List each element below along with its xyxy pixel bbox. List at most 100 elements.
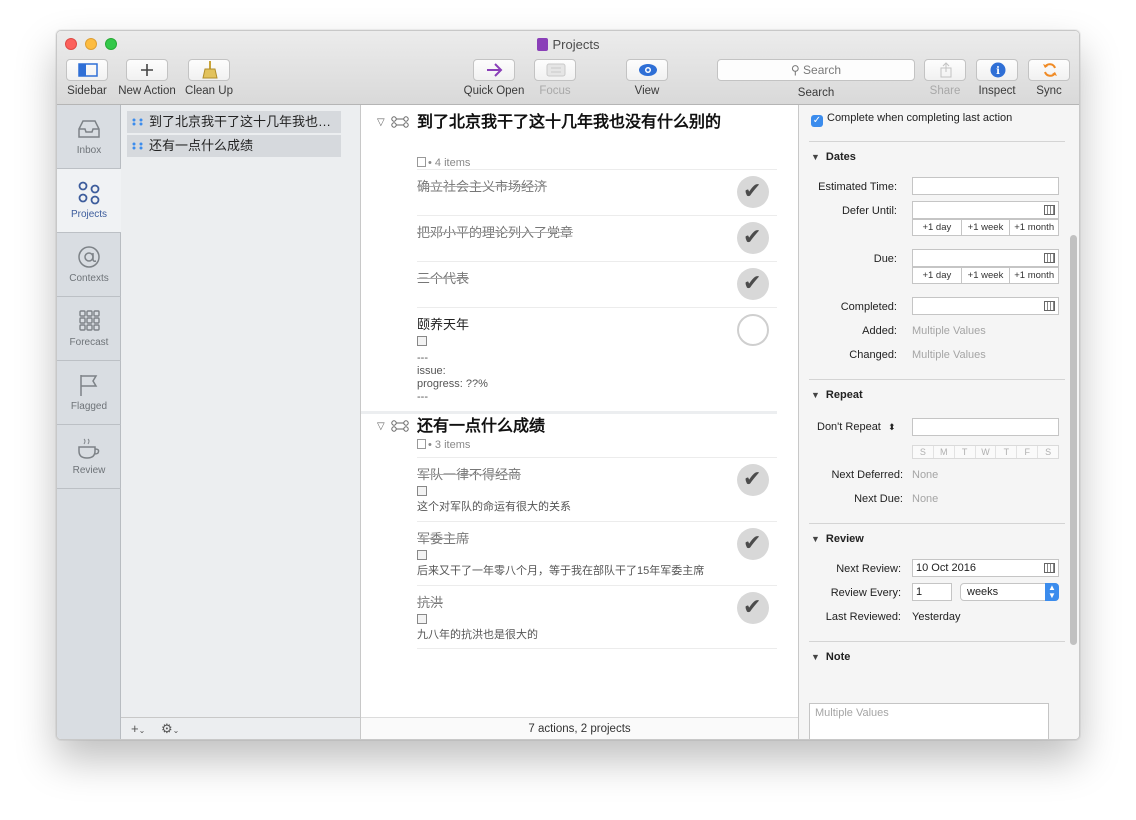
inbox-icon xyxy=(78,120,100,138)
perspective-projects[interactable]: Projects xyxy=(57,169,121,233)
gear-menu-button[interactable]: ⚙⌄ xyxy=(161,721,179,737)
sidebar-icon xyxy=(78,63,98,77)
sync-icon xyxy=(1043,63,1057,77)
weekday-toggle[interactable]: W xyxy=(976,446,997,458)
completed-checkmark-icon[interactable] xyxy=(737,222,769,254)
perspective-flagged[interactable]: Flagged xyxy=(57,361,121,425)
weekday-toggle[interactable]: S xyxy=(913,446,934,458)
defer-plus-day-button[interactable]: +1 day xyxy=(913,220,962,235)
perspective-contexts[interactable]: Contexts xyxy=(57,233,121,297)
action-title[interactable]: 确立社会主义市场经济 xyxy=(417,176,547,195)
defer-plus-week-button[interactable]: +1 week xyxy=(962,220,1011,235)
review-every-count-field[interactable]: 1 xyxy=(912,583,952,601)
action-note[interactable]: 九八年的抗洪也是很大的 xyxy=(417,629,538,642)
view-button[interactable]: View xyxy=(625,59,669,97)
perspective-forecast[interactable]: Forecast xyxy=(57,297,121,361)
action-note[interactable]: --- issue: progress: ??% --- xyxy=(417,352,488,404)
sync-button[interactable]: Sync xyxy=(1027,59,1071,97)
action-title[interactable]: 军委主席 xyxy=(417,528,469,547)
quick-open-button[interactable]: Quick Open xyxy=(459,59,529,97)
repeat-section-header[interactable]: ▼ Repeat xyxy=(811,389,863,401)
calendar-icon[interactable] xyxy=(1044,253,1055,263)
due-field[interactable] xyxy=(912,249,1059,267)
complete-with-last-action-checkbox[interactable]: ✓ Complete when completing last action xyxy=(811,112,1012,127)
search-input[interactable]: ⚲ Search xyxy=(717,59,915,81)
completed-checkmark-icon[interactable] xyxy=(737,592,769,624)
weekday-toggle[interactable]: T xyxy=(996,446,1018,458)
focus-button[interactable]: Focus xyxy=(533,59,577,97)
action-title[interactable]: 三个代表 xyxy=(417,268,469,287)
search-label: Search xyxy=(797,87,835,99)
due-plus-month-button[interactable]: +1 month xyxy=(1010,268,1058,283)
defer-plus-month-button[interactable]: +1 month xyxy=(1010,220,1058,235)
calendar-icon[interactable] xyxy=(1044,301,1055,311)
clean-up-button[interactable]: Clean Up xyxy=(183,59,235,97)
project-group-header[interactable]: ▽ 到了北京我干了这十几年我也没有什么别的 • 4 items xyxy=(361,113,781,169)
completed-field[interactable] xyxy=(912,297,1059,315)
gear-icon: ⚙ xyxy=(161,721,173,736)
calendar-icon[interactable] xyxy=(1044,563,1055,573)
weekday-toggle[interactable]: S xyxy=(1038,446,1058,458)
inspector-scrollbar[interactable] xyxy=(1070,235,1077,645)
project-list-item[interactable]: 到了北京我干了这十几年我也… xyxy=(127,111,341,133)
repeat-mode-popup[interactable]: Don't Repeat ⬍ xyxy=(817,421,895,433)
review-every-unit-popup[interactable]: weeks ▲ ▼ xyxy=(960,583,1059,601)
add-menu-button[interactable]: +⌄ xyxy=(131,721,145,736)
up-down-chevron-icon: ⬍ xyxy=(887,422,896,432)
completed-checkmark-icon[interactable] xyxy=(737,528,769,560)
note-textarea[interactable]: Multiple Values xyxy=(809,703,1049,739)
share-button[interactable]: Share xyxy=(923,59,967,97)
new-action-button[interactable]: New Action xyxy=(117,59,177,97)
note-section-header[interactable]: ▼ Note xyxy=(811,651,850,663)
dates-section-header[interactable]: ▼ Dates xyxy=(811,151,856,163)
action-row[interactable]: 抗洪 九八年的抗洪也是很大的 xyxy=(417,585,777,649)
estimated-time-field[interactable] xyxy=(912,177,1059,195)
sidebar-button[interactable]: Sidebar xyxy=(65,59,109,97)
calendar-icon[interactable] xyxy=(1044,205,1055,215)
at-sign-icon xyxy=(78,246,100,268)
defer-until-field[interactable] xyxy=(912,201,1059,219)
project-title[interactable]: 到了北京我干了这十几年我也没有什么别的 xyxy=(417,113,727,133)
perspective-label: Flagged xyxy=(70,401,108,412)
next-review-field[interactable]: 10 Oct 2016 xyxy=(912,559,1059,577)
project-title[interactable]: 还有一点什么成绩 xyxy=(417,417,727,437)
weekday-toggle[interactable]: M xyxy=(934,446,955,458)
perspective-review[interactable]: Review xyxy=(57,425,121,489)
sidebar-button-label: Sidebar xyxy=(67,85,107,97)
project-name: 到了北京我干了这十几年我也… xyxy=(149,114,332,129)
inspect-label: Inspect xyxy=(978,85,1016,97)
weekday-toggle[interactable]: T xyxy=(955,446,976,458)
project-list-item[interactable]: 还有一点什么成绩 xyxy=(127,135,341,157)
incomplete-circle-icon[interactable] xyxy=(737,314,769,346)
action-row[interactable]: 颐养天年 --- issue: progress: ??% --- xyxy=(417,307,777,407)
action-row[interactable]: 确立社会主义市场经济 xyxy=(417,169,777,215)
action-row[interactable]: 军委主席 后来又干了一年零八个月，等于我在部队干了15年军委主席 xyxy=(417,521,777,585)
action-row[interactable]: 军队一律不得经商 这个对军队的命运有很大的关系 xyxy=(417,457,777,521)
note-icon xyxy=(417,486,427,496)
action-title[interactable]: 颐养天年 xyxy=(417,314,469,333)
action-row[interactable]: 把邓小平的理论列入了党章 xyxy=(417,215,777,261)
project-meta: • 3 items xyxy=(417,439,470,451)
completed-checkmark-icon[interactable] xyxy=(737,464,769,496)
project-group-header[interactable]: ▽ 还有一点什么成绩 • 3 items xyxy=(361,417,781,453)
action-title[interactable]: 军队一律不得经商 xyxy=(417,464,521,483)
weekday-toggle[interactable]: F xyxy=(1017,446,1039,458)
action-title[interactable]: 把邓小平的理论列入了党章 xyxy=(417,222,573,241)
completed-checkmark-icon[interactable] xyxy=(737,268,769,300)
perspective-inbox[interactable]: Inbox xyxy=(57,105,121,169)
review-section-header[interactable]: ▼ Review xyxy=(811,533,864,545)
inspect-button[interactable]: i Inspect xyxy=(975,59,1019,97)
project-meta: • 4 items xyxy=(417,157,470,169)
due-plus-day-button[interactable]: +1 day xyxy=(913,268,962,283)
action-title[interactable]: 抗洪 xyxy=(417,592,443,611)
action-note[interactable]: 后来又干了一年零八个月，等于我在部队干了15年军委主席 xyxy=(417,565,704,578)
disclosure-triangle-icon[interactable]: ▽ xyxy=(377,117,385,128)
completed-checkmark-icon[interactable] xyxy=(737,176,769,208)
repeat-interval-field[interactable] xyxy=(912,418,1059,436)
action-note[interactable]: 这个对军队的命运有很大的关系 xyxy=(417,501,571,514)
clean-up-label: Clean Up xyxy=(185,85,233,97)
due-plus-week-button[interactable]: +1 week xyxy=(962,268,1011,283)
action-row[interactable]: 三个代表 xyxy=(417,261,777,307)
last-reviewed-label: Last Reviewed: xyxy=(825,611,901,623)
disclosure-triangle-icon[interactable]: ▽ xyxy=(377,421,385,432)
